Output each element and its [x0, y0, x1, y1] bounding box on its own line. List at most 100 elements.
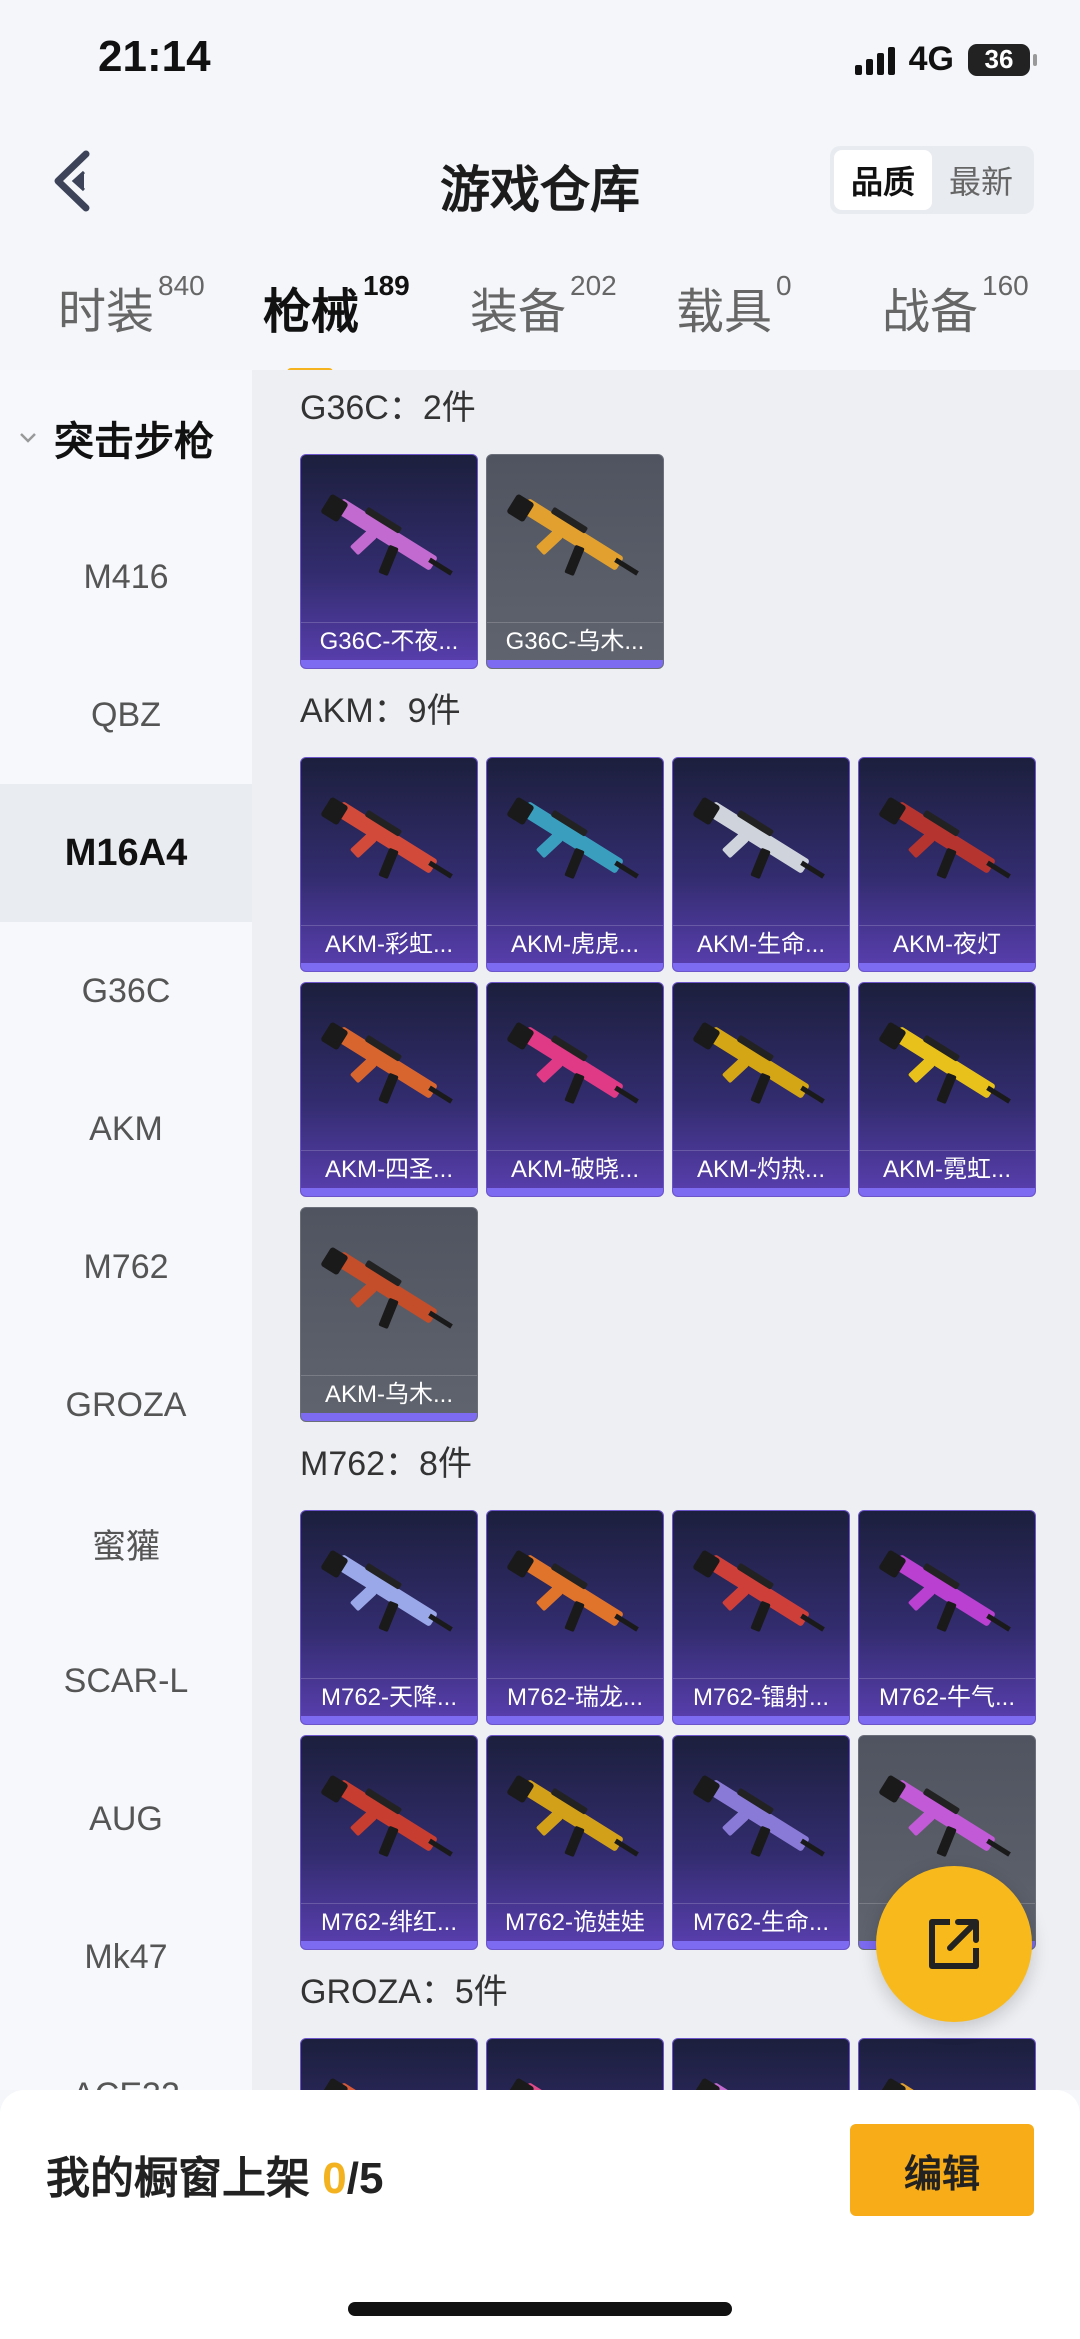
rarity-bar [301, 1941, 477, 1949]
rifle-icon [507, 494, 639, 576]
sidebar-item-m762[interactable]: M762 [0, 1198, 252, 1336]
skin-card[interactable]: G36C-乌木... [486, 454, 664, 669]
skin-card[interactable]: AKM-破晓... [486, 982, 664, 1197]
rifle-icon [321, 494, 453, 576]
tab-equipment[interactable]: 装备202 [470, 270, 617, 342]
rarity-bar [301, 1716, 477, 1724]
sort-quality-button[interactable]: 品质 [834, 150, 932, 210]
skin-card[interactable]: AKM-生命... [672, 757, 850, 972]
skin-card[interactable]: AKM-彩虹... [300, 757, 478, 972]
skin-card[interactable] [672, 2038, 850, 2090]
rifle-icon [879, 1550, 1011, 1632]
sort-toggle: 品质 最新 [830, 146, 1034, 214]
sidebar-item-m16a4[interactable]: M16A4 [0, 784, 252, 922]
skin-card[interactable]: M762-绯红... [300, 1735, 478, 1950]
skin-card[interactable]: AKM-虎虎... [486, 757, 664, 972]
signal-icon [854, 45, 895, 75]
skin-card[interactable]: M762-生命... [672, 1735, 850, 1950]
skin-card[interactable]: AKM-四圣... [300, 982, 478, 1197]
rifle-icon [321, 1550, 453, 1632]
skin-card[interactable]: M762-牛气... [858, 1510, 1036, 1725]
rarity-bar [487, 1188, 663, 1196]
sidebar-item-akm[interactable]: AKM [0, 1060, 252, 1198]
rifle-icon [507, 1022, 639, 1104]
skin-card[interactable]: AKM-夜灯 [858, 757, 1036, 972]
rarity-bar [487, 660, 663, 668]
skin-card[interactable]: M762-镭射... [672, 1510, 850, 1725]
skin-card-label: M762-牛气... [859, 1678, 1035, 1716]
skin-card[interactable] [300, 2038, 478, 2090]
tab-fashion[interactable]: 时装840 [58, 270, 205, 342]
sidebar-item-scar-l[interactable]: SCAR-L [0, 1612, 252, 1750]
status-bar: 21:14 4G 36 [0, 0, 1080, 120]
rarity-bar [859, 1188, 1035, 1196]
skin-card-label: M762-绯红... [301, 1903, 477, 1941]
skin-card[interactable] [858, 2038, 1036, 2090]
sidebar-item-aug[interactable]: AUG [0, 1750, 252, 1888]
tab-weapons[interactable]: 枪械189 [263, 270, 410, 376]
sidebar-group-assault-rifles[interactable]: 突击步枪 [0, 398, 252, 478]
skin-card-label: AKM-彩虹... [301, 925, 477, 963]
rarity-bar [301, 1188, 477, 1196]
skin-card[interactable]: AKM-乌木... [300, 1207, 478, 1422]
category-tabs: 时装840 枪械189 装备202 载具0 战备160 [0, 262, 1080, 376]
home-indicator [348, 2302, 732, 2316]
rifle-icon [879, 1022, 1011, 1104]
sort-newest-button[interactable]: 最新 [932, 150, 1030, 210]
rifle-icon [879, 2078, 995, 2090]
share-button[interactable] [876, 1866, 1032, 2022]
rifle-icon [693, 1022, 825, 1104]
sidebar-item-g36c[interactable]: G36C [0, 922, 252, 1060]
rifle-icon [507, 797, 639, 879]
skin-card[interactable]: M762-天降... [300, 1510, 478, 1725]
skin-card-label: M762-镭射... [673, 1678, 849, 1716]
skin-card-label: AKM-四圣... [301, 1150, 477, 1188]
tab-vehicles[interactable]: 载具0 [676, 270, 792, 342]
rarity-bar [673, 1188, 849, 1196]
rifle-icon [693, 1550, 825, 1632]
skin-card-label: AKM-夜灯 [859, 925, 1035, 963]
rifle-icon [321, 1775, 453, 1857]
chevron-down-icon [20, 433, 36, 443]
sidebar-item-qbz[interactable]: QBZ [0, 646, 252, 784]
status-time: 21:14 [98, 32, 211, 81]
rifle-icon [693, 1775, 825, 1857]
section-title: GROZA：5件 [300, 1973, 508, 2011]
rifle-icon [321, 2078, 437, 2090]
status-icons: 4G 36 [854, 40, 1037, 79]
rifle-icon [507, 1775, 639, 1857]
network-label: 4G [908, 40, 954, 78]
battery-icon: 36 [968, 43, 1037, 76]
edit-button[interactable]: 编辑 [850, 2124, 1034, 2216]
rarity-bar [673, 1716, 849, 1724]
skin-card[interactable]: AKM-霓虹... [858, 982, 1036, 1197]
skin-card[interactable] [486, 2038, 664, 2090]
rarity-bar [487, 1716, 663, 1724]
sidebar-item-m416[interactable]: M416 [0, 508, 252, 646]
skin-card-label: AKM-灼热... [673, 1150, 849, 1188]
skin-card[interactable]: AKM-灼热... [672, 982, 850, 1197]
rifle-icon [879, 797, 1011, 879]
skin-card[interactable]: M762-瑞龙... [486, 1510, 664, 1725]
sidebar-item-honey-badger[interactable]: 蜜獾 [0, 1474, 252, 1612]
rarity-bar [301, 963, 477, 971]
rifle-icon [507, 1550, 639, 1632]
rifle-icon [321, 797, 453, 879]
skin-card[interactable]: G36C-不夜... [300, 454, 478, 669]
skin-card-label: G36C-乌木... [487, 622, 663, 660]
sidebar-item-groza[interactable]: GROZA [0, 1336, 252, 1474]
sidebar-item-mk47[interactable]: Mk47 [0, 1888, 252, 2026]
section-title: AKM：9件 [300, 692, 461, 730]
skin-card-label: M762-瑞龙... [487, 1678, 663, 1716]
rarity-bar [487, 963, 663, 971]
showcase-status: 我的橱窗上架 0/5 [46, 2154, 384, 2203]
skin-card-label: M762-生命... [673, 1903, 849, 1941]
nav-header: 游戏仓库 品质 最新 [0, 130, 1080, 230]
skin-card-label: AKM-虎虎... [487, 925, 663, 963]
sidebar-item-ace32[interactable]: ACE32 [0, 2026, 252, 2091]
tab-gear[interactable]: 战备160 [882, 270, 1029, 342]
rarity-bar [673, 1941, 849, 1949]
skin-card-label: AKM-乌木... [301, 1375, 477, 1413]
rifle-icon [507, 2078, 623, 2090]
skin-card[interactable]: M762-诡娃娃 [486, 1735, 664, 1950]
